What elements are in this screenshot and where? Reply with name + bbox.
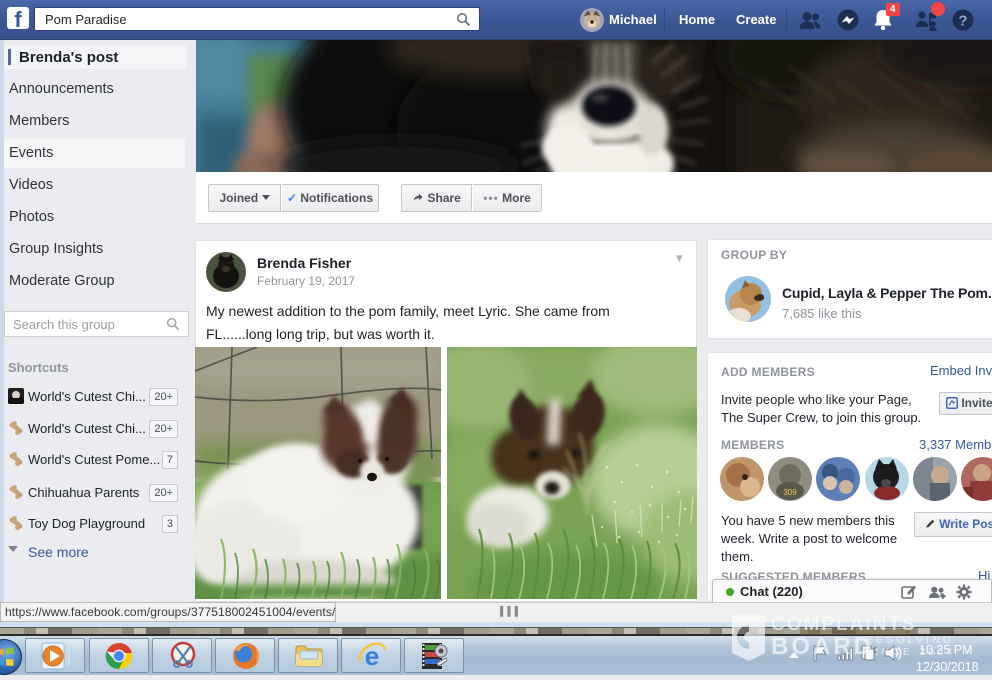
svg-text:?: ? [958,13,967,30]
svg-text:COMPLAINTS: COMPLAINTS [771,614,917,635]
svg-text:RESOLVING: RESOLVING [865,634,954,646]
svg-text:SINCE 2004: SINCE 2004 [865,646,955,658]
svg-text:BOARD: BOARD [771,633,874,660]
svg-text:309: 309 [783,488,797,497]
